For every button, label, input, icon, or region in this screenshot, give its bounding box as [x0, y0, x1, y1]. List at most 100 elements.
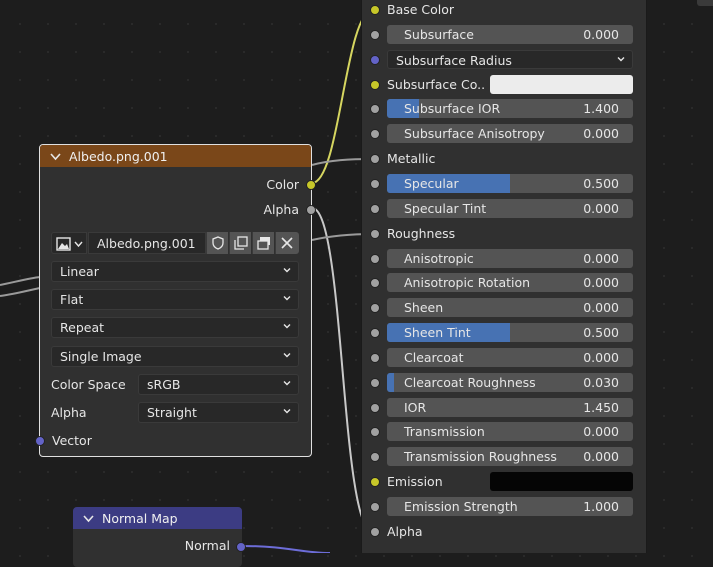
anisotropic-rotation-slider[interactable]: Anisotropic Rotation 0.000	[387, 273, 633, 293]
sheen-tint-slider[interactable]: Sheen Tint 0.500	[387, 323, 633, 343]
source-select[interactable]: Single Image	[51, 346, 299, 367]
slider-label: Anisotropic	[404, 250, 474, 266]
slider-label: Subsurface Anisotropy	[404, 126, 545, 142]
slider-value: 0.000	[583, 200, 619, 216]
collapse-chevron-icon[interactable]	[50, 151, 61, 162]
bsdf-row-subsurface: Subsurface 0.000	[362, 23, 646, 47]
bsdf-row-ior: IOR 1.450	[362, 396, 646, 420]
node-header[interactable]: Albedo.png.001	[40, 145, 311, 167]
emission-color-swatch[interactable]	[490, 472, 633, 492]
chevron-down-icon	[283, 268, 291, 273]
input-socket-icon[interactable]	[370, 79, 380, 90]
socket-label: Metallic	[387, 151, 436, 167]
specular-tint-slider[interactable]: Specular Tint 0.000	[387, 198, 633, 218]
extension-select[interactable]: Repeat	[51, 317, 299, 338]
new-image-button[interactable]	[252, 232, 274, 254]
input-socket-icon[interactable]	[370, 5, 380, 15]
input-socket-icon[interactable]	[370, 178, 380, 189]
color-socket-icon[interactable]	[306, 180, 316, 190]
image-browse-button[interactable]	[51, 232, 87, 254]
select-label: Subsurface Radius	[396, 52, 512, 68]
input-socket-icon[interactable]	[370, 278, 380, 289]
alpha-mode-label: Alpha	[51, 405, 87, 420]
input-socket-icon[interactable]	[370, 104, 380, 115]
image-name-field[interactable]: Albedo.png.001	[88, 232, 206, 254]
collapse-chevron-icon[interactable]	[83, 513, 94, 524]
input-socket-icon[interactable]	[370, 526, 380, 537]
slider-label: Transmission	[404, 424, 485, 440]
input-socket-icon[interactable]	[370, 54, 380, 65]
interpolation-select[interactable]: Linear	[51, 261, 299, 282]
bsdf-row-clearcoat-roughness: Clearcoat Roughness 0.030	[362, 371, 646, 395]
alpha-socket-icon[interactable]	[306, 205, 316, 215]
color-label: Subsurface Co...	[387, 76, 485, 92]
subsurface-slider[interactable]: Subsurface 0.000	[387, 24, 633, 44]
input-socket-icon[interactable]	[370, 228, 380, 239]
unlink-image-button[interactable]	[275, 232, 299, 254]
input-socket-icon[interactable]	[370, 452, 380, 463]
alpha-mode-select[interactable]: Straight	[138, 402, 299, 423]
input-socket-icon[interactable]	[370, 402, 380, 413]
image-name: Albedo.png.001	[97, 236, 196, 251]
fake-user-button[interactable]	[206, 232, 228, 254]
anisotropic-slider[interactable]: Anisotropic 0.000	[387, 248, 633, 268]
input-socket-icon[interactable]	[370, 477, 380, 488]
projection-select[interactable]: Flat	[51, 289, 299, 310]
transmission-roughness-slider[interactable]: Transmission Roughness 0.000	[387, 447, 633, 467]
output-color: Color	[40, 175, 316, 195]
socket-label: Alpha	[387, 523, 423, 539]
input-socket-icon[interactable]	[370, 203, 380, 214]
slider-value: 0.500	[583, 175, 619, 191]
slider-label: IOR	[404, 399, 427, 415]
principled-bsdf-node[interactable]: Base Color Subsurface 0.000 Subsurface Radi…	[361, 0, 647, 553]
subsurface-co-color-swatch[interactable]	[490, 74, 633, 94]
specular-slider[interactable]: Specular 0.500	[387, 173, 633, 193]
node-header[interactable]: Normal Map	[73, 507, 242, 529]
clearcoat-slider[interactable]: Clearcoat 0.000	[387, 347, 633, 367]
slider-value: 0.030	[583, 374, 619, 390]
slider-value: 1.450	[583, 399, 619, 415]
slider-label: Emission Strength	[404, 499, 518, 514]
clearcoat-roughness-slider[interactable]: Clearcoat Roughness 0.030	[387, 372, 633, 392]
bsdf-row-subsurface-co: Subsurface Co...	[362, 73, 646, 97]
input-socket-icon[interactable]	[370, 328, 380, 339]
duplicate-image-button[interactable]	[229, 232, 251, 254]
ior-slider[interactable]: IOR 1.450	[387, 397, 633, 417]
slider-value: 0.000	[583, 250, 619, 266]
input-socket-icon[interactable]	[370, 129, 380, 140]
color-space-row: Color Space sRGB	[51, 374, 299, 395]
sheen-slider[interactable]: Sheen 0.000	[387, 298, 633, 318]
image-texture-node[interactable]: Albedo.png.001 Color Alpha Albedo.png.00…	[35, 144, 316, 457]
input-socket-icon[interactable]	[370, 377, 380, 388]
input-socket-icon[interactable]	[370, 427, 380, 438]
subsurface-anisotropy-slider[interactable]: Subsurface Anisotropy 0.000	[387, 124, 633, 144]
input-socket-icon[interactable]	[370, 253, 380, 264]
subsurface-ior-slider[interactable]: Subsurface IOR 1.400	[387, 99, 633, 119]
output-color-label: Color	[266, 177, 299, 192]
input-socket-icon[interactable]	[370, 502, 380, 512]
bsdf-row-base-color: Base Color	[362, 0, 646, 22]
input-socket-icon[interactable]	[370, 29, 380, 40]
transmission-slider[interactable]: Transmission 0.000	[387, 422, 633, 442]
input-socket-icon[interactable]	[370, 303, 380, 314]
bsdf-row-transmission-roughness: Transmission Roughness 0.000	[362, 445, 646, 469]
color-space-select[interactable]: sRGB	[138, 374, 299, 395]
node-title: Normal Map	[102, 511, 178, 526]
subsurface-radius-select[interactable]: Subsurface Radius	[387, 49, 633, 69]
alpha-mode-row: Alpha Straight	[51, 402, 299, 423]
slider-fill	[387, 372, 395, 392]
input-socket-icon[interactable]	[370, 154, 380, 165]
bsdf-row-anisotropic-rotation: Anisotropic Rotation 0.000	[362, 271, 646, 295]
alpha-mode-value: Straight	[147, 405, 197, 420]
projection-value: Flat	[60, 292, 84, 307]
color-label: Emission	[387, 474, 443, 490]
emission-strength-slider[interactable]: Emission Strength 1.000	[387, 497, 633, 516]
normal-socket-icon[interactable]	[236, 542, 246, 552]
input-socket-icon[interactable]	[370, 352, 380, 363]
normal-map-node[interactable]: Normal Map Normal	[73, 507, 242, 567]
vector-socket-icon[interactable]	[35, 436, 45, 446]
link-normal-out	[241, 545, 331, 553]
chevron-down-icon	[283, 409, 291, 414]
slider-value: 1.000	[583, 499, 619, 514]
bsdf-row-clearcoat: Clearcoat 0.000	[362, 346, 646, 370]
